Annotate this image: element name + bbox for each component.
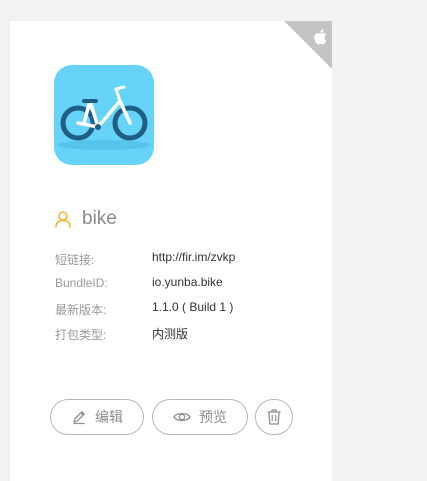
latest-version-value: 1.1.0 ( Build 1 ) bbox=[152, 300, 234, 314]
trash-icon bbox=[267, 409, 281, 425]
info-row-bundle-id: BundleID: io.yunba.bike bbox=[54, 273, 314, 298]
app-name-row: bike bbox=[54, 205, 117, 233]
app-info-list: 短链接: http://fir.im/zvkp BundleID: io.yun… bbox=[54, 248, 314, 348]
short-link-value[interactable]: http://fir.im/zvkp bbox=[152, 250, 235, 264]
app-card: bike 短链接: http://fir.im/zvkp BundleID: i… bbox=[10, 21, 332, 481]
build-type-label: 打包类型: bbox=[55, 328, 107, 342]
edit-button-label: 编辑 bbox=[95, 409, 123, 425]
bundle-id-label: BundleID: bbox=[55, 276, 108, 290]
user-icon bbox=[55, 211, 71, 228]
app-icon[interactable] bbox=[54, 65, 154, 165]
bundle-id-value: io.yunba.bike bbox=[152, 275, 223, 289]
delete-button[interactable] bbox=[255, 399, 293, 435]
preview-button-label: 预览 bbox=[199, 409, 227, 425]
short-link-label: 短链接: bbox=[55, 253, 95, 267]
apple-icon bbox=[314, 29, 327, 45]
app-name: bike bbox=[82, 208, 117, 229]
pencil-icon bbox=[73, 411, 85, 425]
latest-version-label: 最新版本: bbox=[55, 303, 107, 317]
bicycle-icon bbox=[58, 85, 150, 150]
info-row-latest-version: 最新版本: 1.1.0 ( Build 1 ) bbox=[54, 298, 314, 323]
info-row-build-type: 打包类型: 内测版 bbox=[54, 323, 314, 348]
preview-button[interactable]: 预览 bbox=[152, 399, 248, 435]
edit-button[interactable]: 编辑 bbox=[50, 399, 144, 435]
build-type-value: 内测版 bbox=[152, 327, 189, 341]
info-row-short-link: 短链接: http://fir.im/zvkp bbox=[54, 248, 314, 273]
eye-icon bbox=[173, 412, 191, 422]
